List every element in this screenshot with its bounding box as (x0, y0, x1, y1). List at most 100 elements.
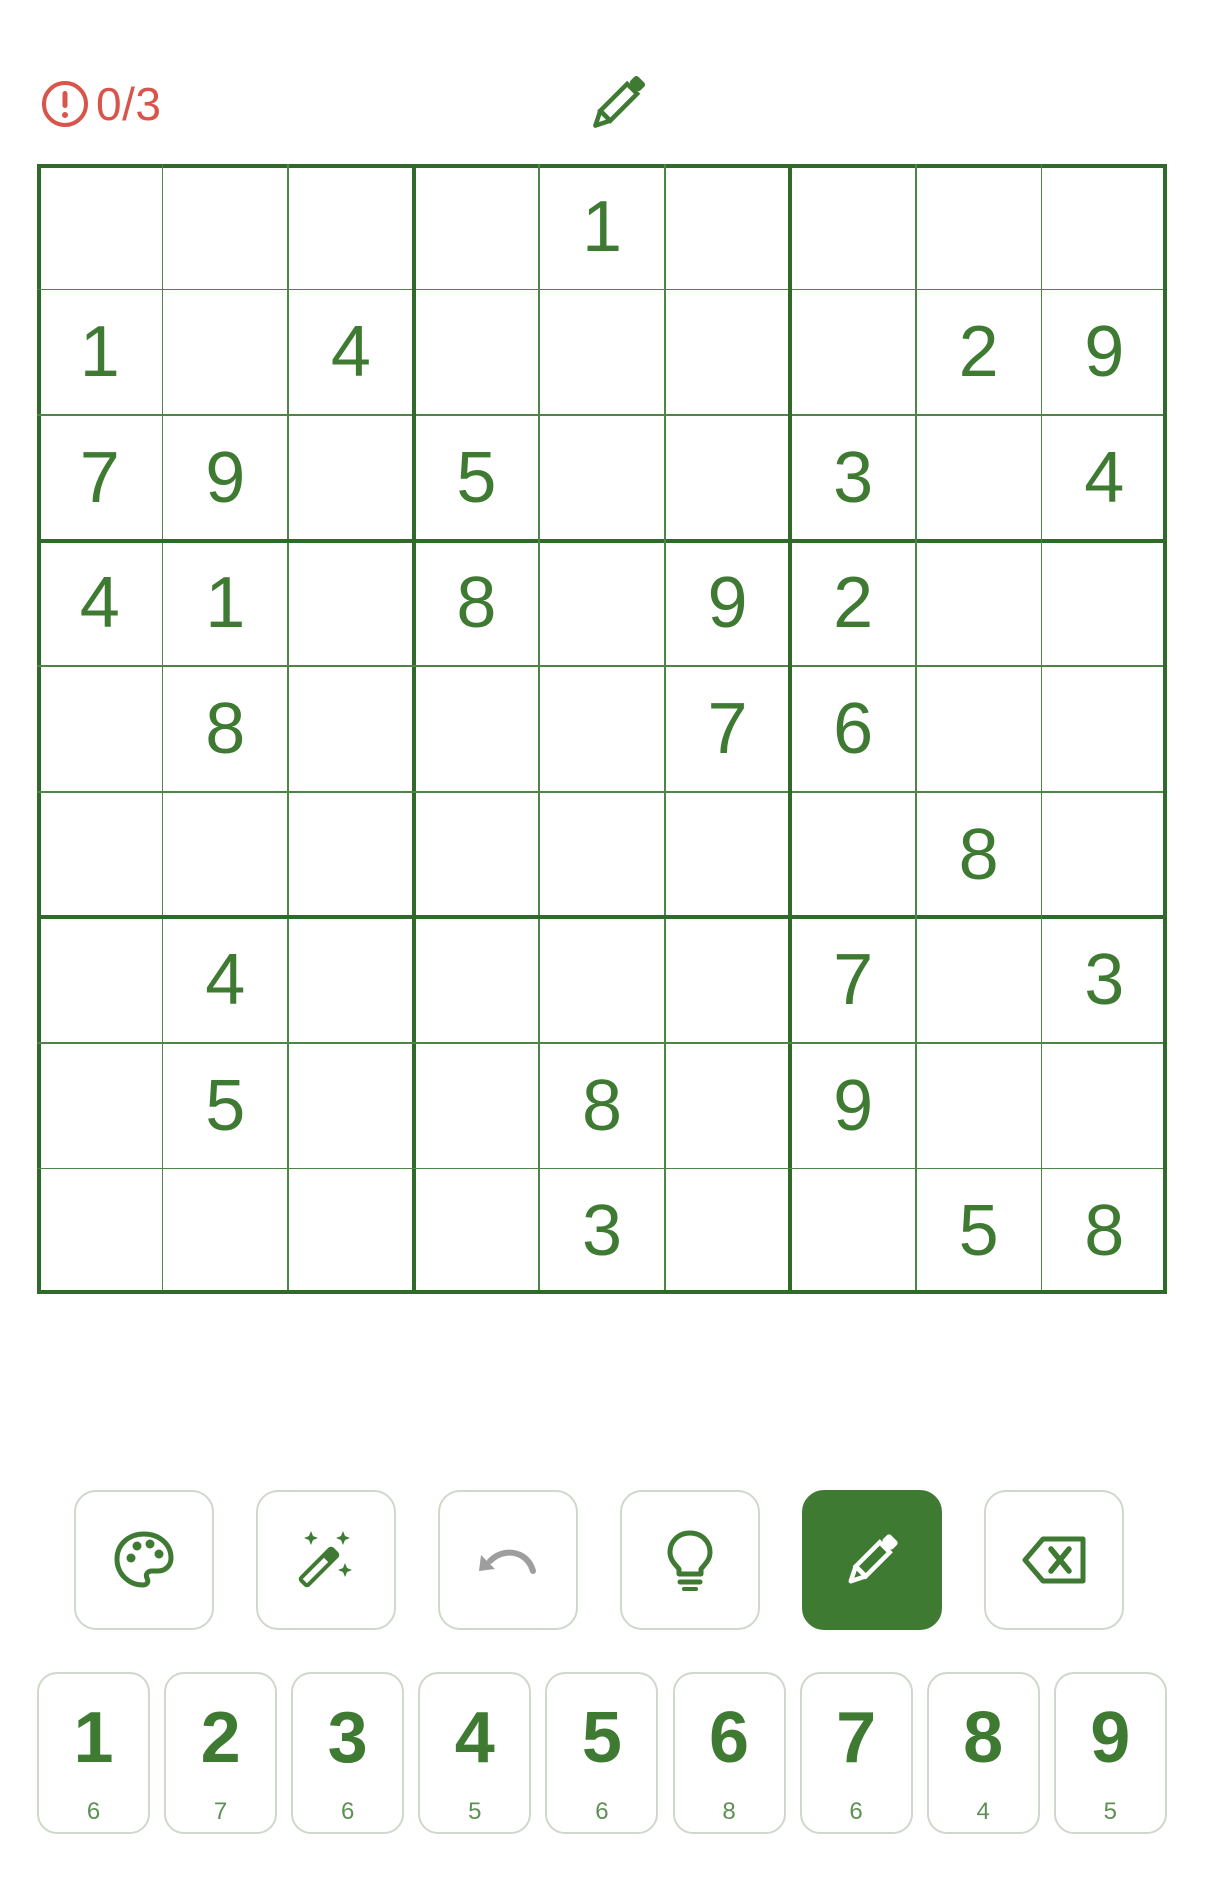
sudoku-cell[interactable]: 8 (414, 541, 540, 667)
lightbulb-icon (657, 1527, 723, 1593)
sudoku-cell[interactable] (539, 541, 665, 667)
sudoku-cell[interactable] (414, 792, 540, 918)
sudoku-cell[interactable]: 6 (790, 666, 916, 792)
sudoku-cell[interactable] (916, 1043, 1042, 1169)
palette-button[interactable] (74, 1490, 214, 1630)
sudoku-cell[interactable]: 5 (916, 1168, 1042, 1294)
sudoku-cell[interactable]: 4 (1041, 415, 1167, 541)
number-digit: 9 (1090, 1698, 1131, 1778)
sudoku-cell[interactable] (916, 541, 1042, 667)
sudoku-cell[interactable] (37, 1043, 163, 1169)
sudoku-cell[interactable]: 9 (665, 541, 791, 667)
sudoku-cell[interactable] (539, 917, 665, 1043)
sudoku-cell[interactable] (1041, 792, 1167, 918)
sudoku-cell[interactable] (665, 1168, 791, 1294)
sudoku-cell[interactable] (414, 1168, 540, 1294)
sudoku-cell[interactable] (665, 1043, 791, 1169)
sudoku-cell[interactable] (665, 415, 791, 541)
sudoku-cell[interactable] (665, 290, 791, 416)
sudoku-cell[interactable] (414, 164, 540, 290)
sudoku-cell[interactable] (665, 792, 791, 918)
sudoku-cell[interactable]: 3 (539, 1168, 665, 1294)
sudoku-cell[interactable]: 5 (163, 1043, 289, 1169)
sudoku-cell[interactable]: 7 (37, 415, 163, 541)
sudoku-cell[interactable] (790, 792, 916, 918)
sudoku-cell[interactable] (288, 1168, 414, 1294)
sudoku-cell[interactable] (288, 541, 414, 667)
sudoku-cell[interactable]: 7 (665, 666, 791, 792)
sudoku-cell[interactable] (288, 917, 414, 1043)
sudoku-cell[interactable]: 4 (163, 917, 289, 1043)
sudoku-cell[interactable]: 1 (37, 290, 163, 416)
sudoku-cell[interactable]: 8 (916, 792, 1042, 918)
sudoku-cell[interactable]: 2 (916, 290, 1042, 416)
sudoku-cell[interactable] (916, 917, 1042, 1043)
sudoku-cell[interactable] (37, 666, 163, 792)
sudoku-cell[interactable]: 8 (163, 666, 289, 792)
sudoku-cell[interactable] (539, 415, 665, 541)
sudoku-cell[interactable] (1041, 1043, 1167, 1169)
sudoku-cell[interactable] (163, 1168, 289, 1294)
sudoku-cell[interactable] (790, 290, 916, 416)
sudoku-cell[interactable]: 2 (790, 541, 916, 667)
sudoku-cell[interactable] (414, 1043, 540, 1169)
sudoku-cell[interactable] (163, 290, 289, 416)
number-button-3[interactable]: 36 (291, 1672, 405, 1834)
sudoku-cell[interactable]: 4 (37, 541, 163, 667)
number-remaining-count: 6 (86, 1798, 101, 1825)
sudoku-cell[interactable] (539, 792, 665, 918)
sudoku-cell[interactable] (414, 666, 540, 792)
notes-mode-button[interactable] (802, 1490, 942, 1630)
erase-button[interactable] (984, 1490, 1124, 1630)
sudoku-cell[interactable] (539, 666, 665, 792)
number-button-6[interactable]: 68 (672, 1672, 786, 1834)
sudoku-cell[interactable] (790, 1168, 916, 1294)
sudoku-cell[interactable] (37, 164, 163, 290)
sudoku-cell[interactable] (539, 290, 665, 416)
number-button-7[interactable]: 76 (799, 1672, 913, 1834)
sudoku-cell[interactable] (288, 666, 414, 792)
number-button-9[interactable]: 95 (1053, 1672, 1167, 1834)
pencil-mode-indicator[interactable] (588, 72, 648, 134)
sudoku-cell[interactable] (916, 164, 1042, 290)
sudoku-cell[interactable] (288, 415, 414, 541)
sudoku-cell[interactable] (288, 792, 414, 918)
sudoku-cell[interactable] (288, 1043, 414, 1169)
sudoku-cell[interactable] (37, 1168, 163, 1294)
sudoku-cell[interactable]: 9 (163, 415, 289, 541)
sudoku-cell[interactable]: 3 (790, 415, 916, 541)
sudoku-cell[interactable] (665, 917, 791, 1043)
hint-button[interactable] (620, 1490, 760, 1630)
sudoku-cell[interactable] (37, 792, 163, 918)
sudoku-cell[interactable]: 5 (414, 415, 540, 541)
sudoku-cell[interactable] (1041, 164, 1167, 290)
sudoku-cell[interactable] (916, 415, 1042, 541)
sudoku-cell[interactable] (1041, 666, 1167, 792)
sudoku-cell[interactable]: 1 (163, 541, 289, 667)
magic-wand-button[interactable] (256, 1490, 396, 1630)
sudoku-cell[interactable]: 3 (1041, 917, 1167, 1043)
sudoku-cell[interactable] (37, 917, 163, 1043)
sudoku-cell[interactable]: 1 (539, 164, 665, 290)
sudoku-cell[interactable]: 8 (1041, 1168, 1167, 1294)
number-button-8[interactable]: 84 (926, 1672, 1040, 1834)
sudoku-cell[interactable] (665, 164, 791, 290)
sudoku-cell[interactable]: 7 (790, 917, 916, 1043)
sudoku-cell[interactable] (414, 290, 540, 416)
number-button-1[interactable]: 16 (37, 1672, 150, 1834)
undo-button[interactable] (438, 1490, 578, 1630)
sudoku-cell[interactable] (916, 666, 1042, 792)
sudoku-cell[interactable] (163, 164, 289, 290)
sudoku-cell[interactable] (790, 164, 916, 290)
sudoku-cell[interactable]: 8 (539, 1043, 665, 1169)
number-button-5[interactable]: 56 (545, 1672, 659, 1834)
number-button-2[interactable]: 27 (164, 1672, 278, 1834)
sudoku-cell[interactable] (288, 164, 414, 290)
sudoku-cell[interactable] (1041, 541, 1167, 667)
sudoku-cell[interactable] (414, 917, 540, 1043)
number-button-4[interactable]: 45 (418, 1672, 532, 1834)
sudoku-cell[interactable]: 4 (288, 290, 414, 416)
sudoku-cell[interactable]: 9 (790, 1043, 916, 1169)
sudoku-cell[interactable]: 9 (1041, 290, 1167, 416)
sudoku-cell[interactable] (163, 792, 289, 918)
